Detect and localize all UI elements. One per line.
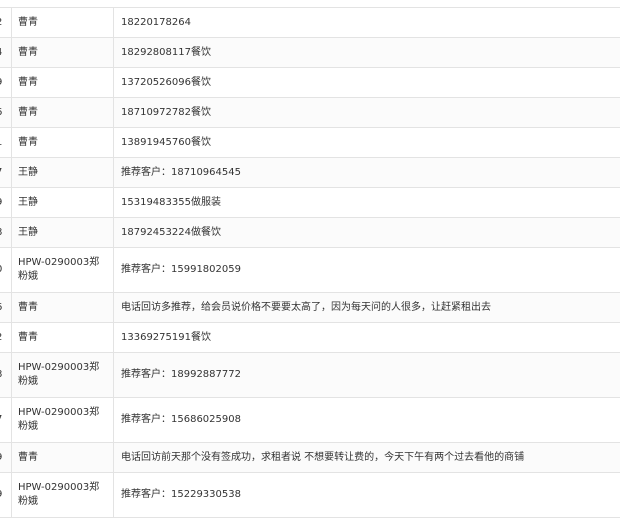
- row-index-cell: 8: [0, 353, 12, 397]
- table-top-edge: [0, 0, 620, 8]
- staff-name-cell: 曹青: [12, 38, 114, 67]
- row-index-cell: 1: [0, 128, 12, 157]
- row-index: 2: [0, 331, 2, 345]
- note-cell: 推荐客户：15686025908: [121, 414, 241, 425]
- staff-name-cell: 曹青: [12, 8, 114, 37]
- note-cell: 电话回访前天那个没有签成功，求租者说 不想要转让费的，今天下午有两个过去看他的商…: [121, 451, 525, 463]
- row-index: 1: [0, 136, 2, 150]
- row-index: 8: [0, 368, 2, 382]
- row-index: 2: [0, 16, 2, 30]
- table-row: 2 曹青 13369275191餐饮: [0, 323, 620, 353]
- table-row: 4 曹青 18292808117餐饮: [0, 38, 620, 68]
- row-index: 9: [0, 196, 2, 210]
- table-row: 2 曹青 18220178264: [0, 8, 620, 38]
- row-index-cell: 7: [0, 398, 12, 442]
- note-cell: 15319483355做服装: [121, 196, 221, 208]
- table-row: 9 曹青电话回访前天那个没有签成功，求租者说 不想要转让费的，今天下午有两个过去看…: [0, 443, 620, 473]
- row-index-cell: 6: [0, 98, 12, 127]
- row-index-cell: 9: [0, 68, 12, 97]
- row-index-cell: 6: [0, 293, 12, 322]
- staff-name-cell: 王静: [12, 158, 114, 187]
- row-index-cell: 2: [0, 323, 12, 352]
- staff-name-cell: 曹青: [12, 293, 114, 322]
- table-row: 8 王静 18792453224做餐饮: [0, 218, 620, 248]
- note-cell: 电话回访多推荐，给会员说价格不要要太高了，因为每天问的人很多，让赶紧租出去: [121, 301, 491, 313]
- staff-name-cell: 曹青: [12, 443, 114, 472]
- note-cell: 18792453224做餐饮: [121, 226, 221, 238]
- table-row: 7 王静推荐客户：18710964545: [0, 158, 620, 188]
- staff-name-cell: 曹青: [12, 98, 114, 127]
- row-index: 7: [0, 413, 2, 427]
- note-cell: 13720526096餐饮: [121, 76, 211, 88]
- note-cell: 推荐客户：15991802059: [121, 264, 241, 275]
- table-row: 0 HPW-0290003郑粉娥推荐客户：15991802059: [0, 248, 620, 293]
- staff-name-cell: HPW-0290003郑粉娥: [12, 353, 114, 397]
- staff-name-cell: 曹青: [12, 68, 114, 97]
- note-cell: 18220178264: [121, 16, 191, 28]
- note-cell: 18292808117餐饮: [121, 46, 211, 58]
- note-cell: 18710972782餐饮: [121, 106, 211, 118]
- row-index: 9: [0, 451, 2, 465]
- table-row: 9 王静 15319483355做服装: [0, 188, 620, 218]
- note-cell: 推荐客户：18992887772: [121, 369, 241, 380]
- staff-name-cell: 曹青: [12, 323, 114, 352]
- row-index-cell: 9: [0, 188, 12, 217]
- row-index: 4: [0, 46, 2, 60]
- staff-name-cell: HPW-0290003郑粉娥: [12, 473, 114, 517]
- staff-name-cell: HPW-0290003郑粉娥: [12, 398, 114, 442]
- row-index: 6: [0, 106, 2, 120]
- table-body: 2 曹青 18220178264 4 曹青 18292808117餐饮 9 曹青 1372052…: [0, 8, 620, 518]
- row-index: 6: [0, 301, 2, 315]
- row-index-cell: 2: [0, 8, 12, 37]
- staff-name-cell: 曹青: [12, 128, 114, 157]
- row-index-cell: 7: [0, 158, 12, 187]
- note-cell: 推荐客户：15229330538: [121, 489, 241, 500]
- record-table: 2 曹青 18220178264 4 曹青 18292808117餐饮 9 曹青 1372052…: [0, 0, 620, 518]
- note-cell: 13891945760餐饮: [121, 136, 211, 148]
- row-index-cell: 9: [0, 473, 12, 517]
- table-row: 1 曹青 13891945760餐饮: [0, 128, 620, 158]
- row-index-cell: 8: [0, 218, 12, 247]
- row-index: 8: [0, 226, 2, 240]
- staff-name-cell: 王静: [12, 188, 114, 217]
- note-cell: 推荐客户：18710964545: [121, 166, 241, 178]
- staff-name-cell: 王静: [12, 218, 114, 247]
- note-cell: 13369275191餐饮: [121, 331, 211, 343]
- row-index: 9: [0, 76, 2, 90]
- table-row: 7 HPW-0290003郑粉娥推荐客户：15686025908: [0, 398, 620, 443]
- row-index: 9: [0, 488, 2, 502]
- table-row: 6 曹青 18710972782餐饮: [0, 98, 620, 128]
- table-row: 6 曹青电话回访多推荐，给会员说价格不要要太高了，因为每天问的人很多，让赶紧租出去: [0, 293, 620, 323]
- row-index: 0: [0, 263, 2, 277]
- table-row: 8 HPW-0290003郑粉娥推荐客户：18992887772: [0, 353, 620, 398]
- row-index-cell: 0: [0, 248, 12, 292]
- row-index-cell: 9: [0, 443, 12, 472]
- row-index: 7: [0, 166, 2, 180]
- staff-name-cell: HPW-0290003郑粉娥: [12, 248, 114, 292]
- table-row: 9 HPW-0290003郑粉娥推荐客户：15229330538: [0, 473, 620, 518]
- row-index-cell: 4: [0, 38, 12, 67]
- table-row: 9 曹青 13720526096餐饮: [0, 68, 620, 98]
